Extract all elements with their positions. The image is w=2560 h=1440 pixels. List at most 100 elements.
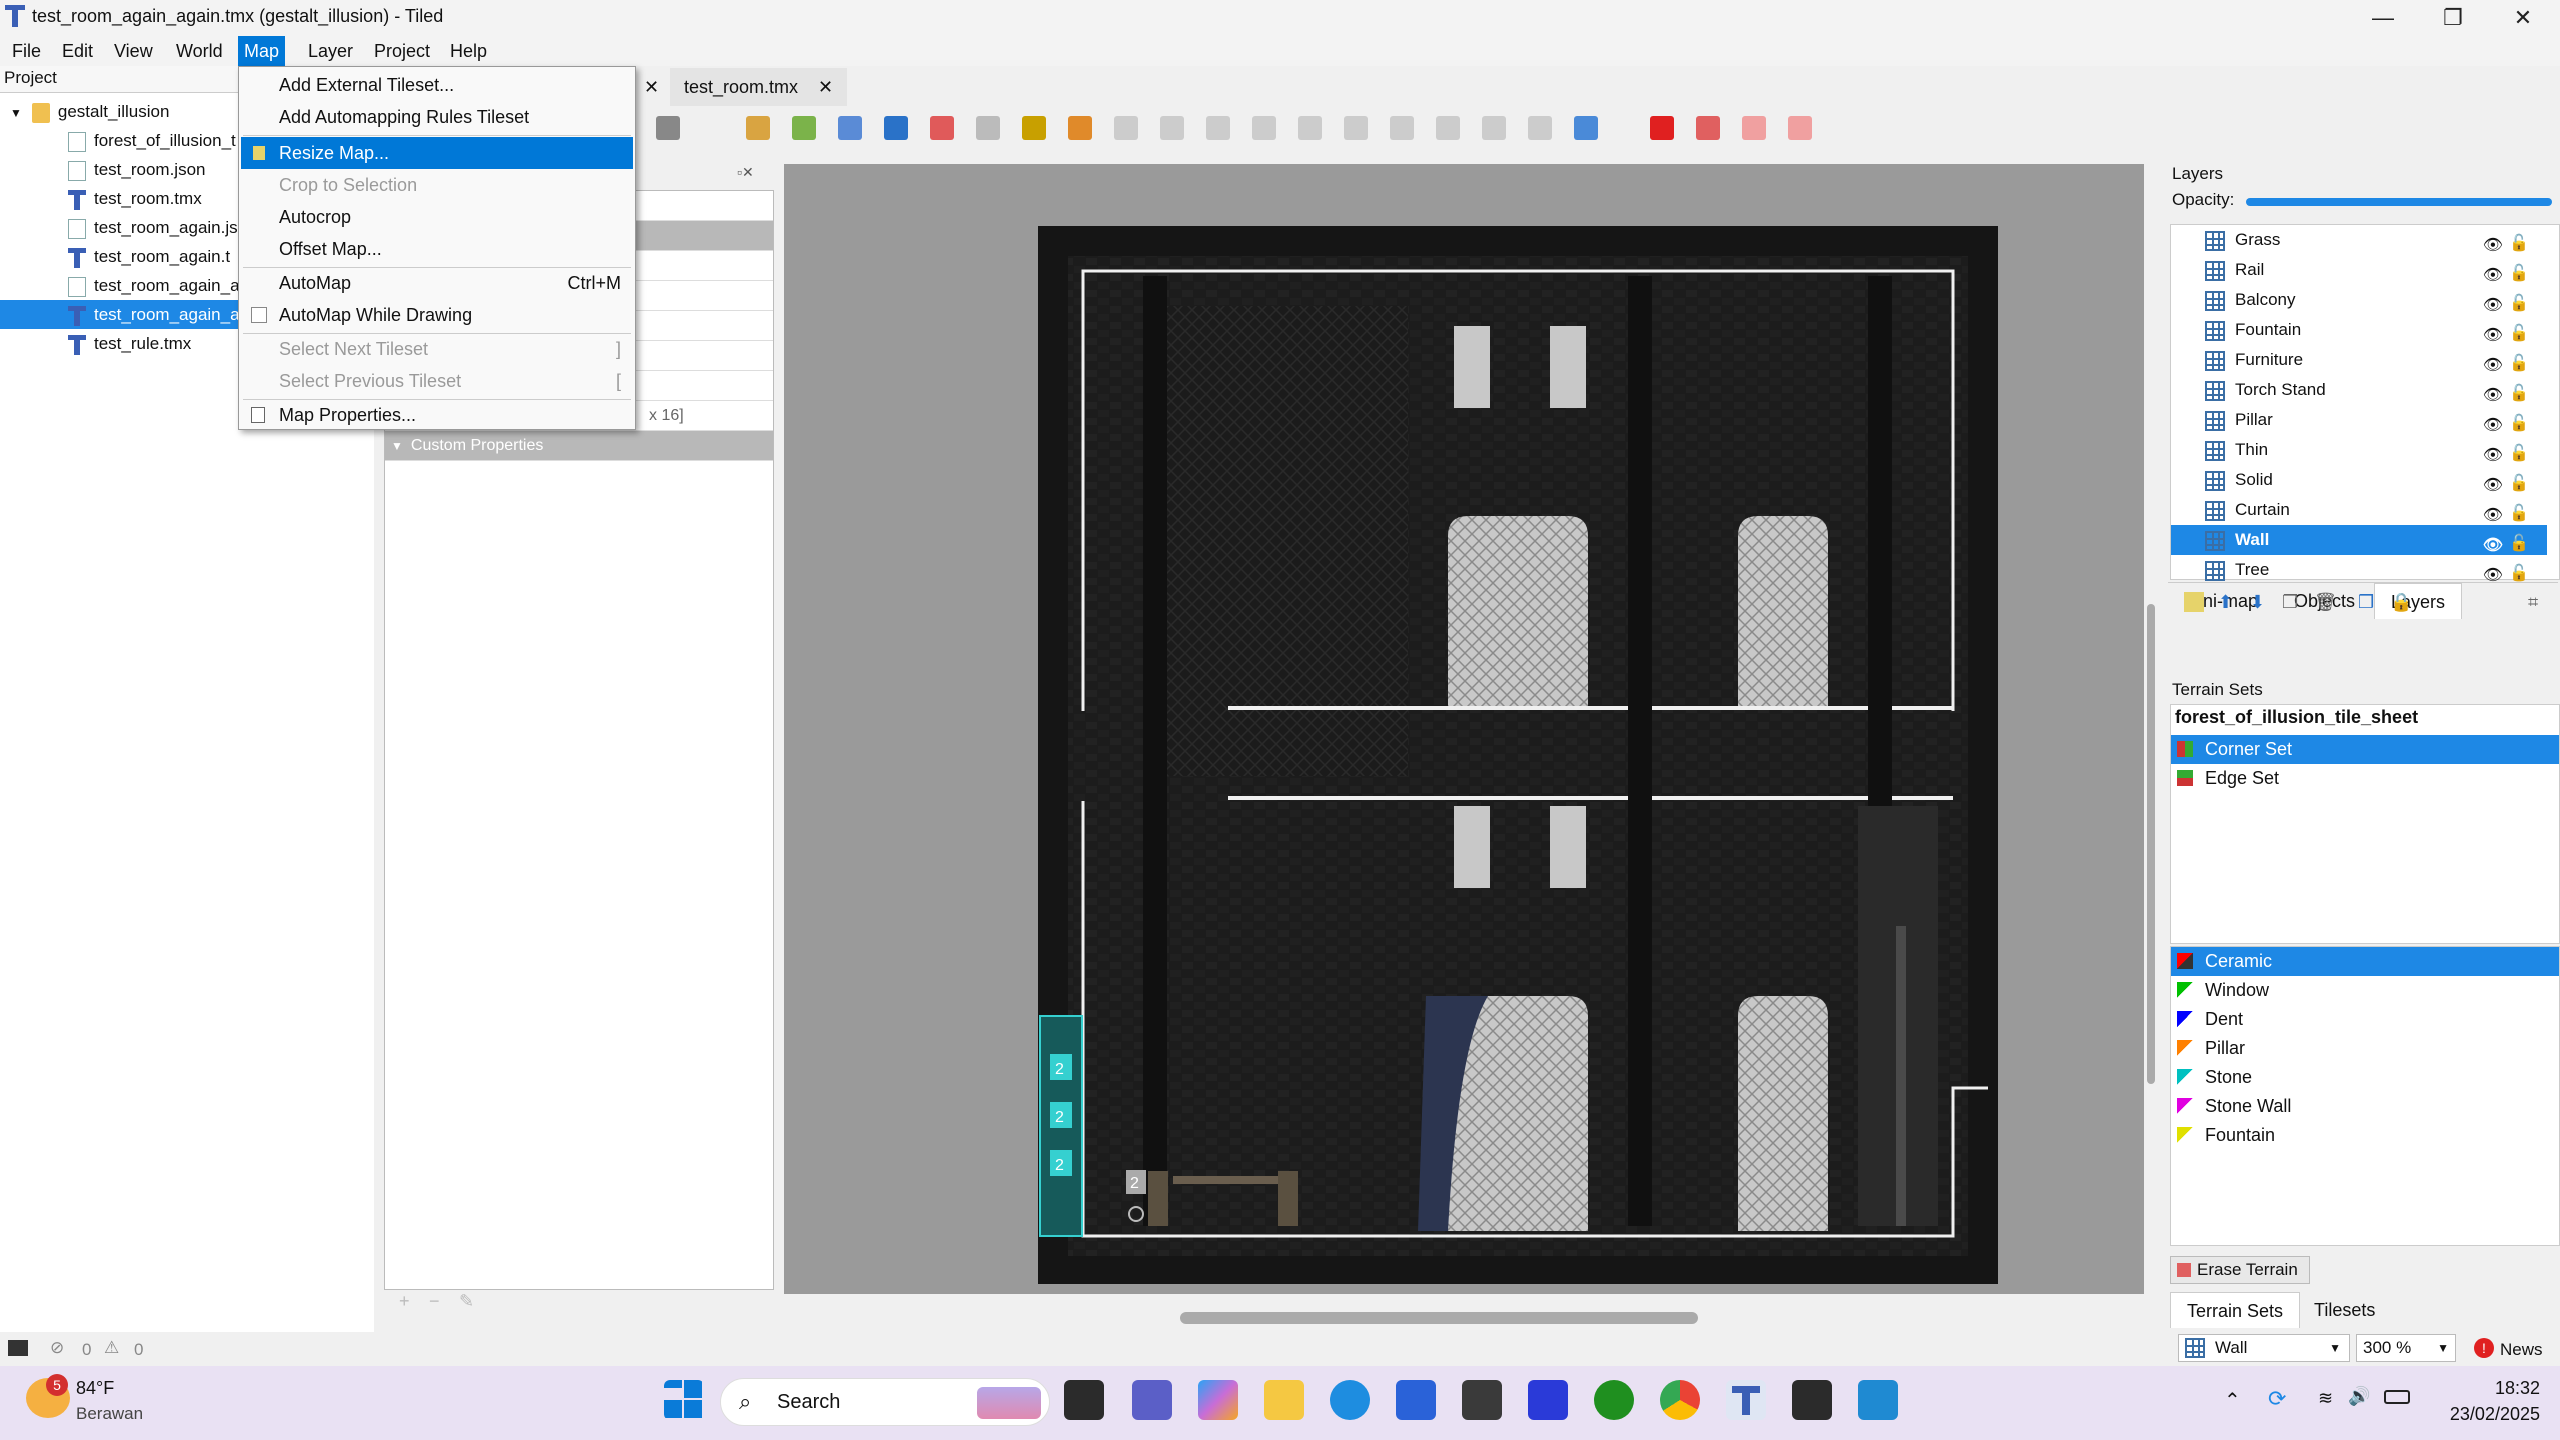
bucket-fill-icon[interactable] <box>792 116 816 140</box>
error-icon[interactable]: ⊘ <box>50 1338 64 1358</box>
layer-row[interactable]: Solid 👁 🔓 <box>2171 465 2547 495</box>
menu-resize-map[interactable]: Resize Map... <box>241 137 633 169</box>
news-label[interactable]: News <box>2500 1340 2543 1360</box>
stamp-brush-icon[interactable] <box>656 116 680 140</box>
layer-row[interactable]: Thin 👁 🔓 <box>2171 435 2547 465</box>
layer-row[interactable]: Fountain 👁 🔓 <box>2171 315 2547 345</box>
terrain-item[interactable]: Stone <box>2171 1063 2559 1092</box>
eye-icon[interactable]: 👁 <box>2483 561 2503 591</box>
minimize-button[interactable]: — <box>2348 0 2418 36</box>
vscode-icon[interactable] <box>1858 1380 1898 1420</box>
insert-tile-icon[interactable] <box>1390 116 1414 140</box>
terminal-icon[interactable] <box>1792 1380 1832 1420</box>
rectangle-select-icon[interactable] <box>884 116 908 140</box>
close-icon[interactable]: ✕ <box>818 77 833 97</box>
wang-fill-icon[interactable] <box>1696 116 1720 140</box>
layer-row[interactable]: Torch Stand 👁 🔓 <box>2171 375 2547 405</box>
horizontal-scrollbar[interactable] <box>784 1306 2144 1330</box>
menu-map[interactable]: Map <box>238 36 286 66</box>
layer-row[interactable]: Pillar 👁 🔓 <box>2171 405 2547 435</box>
menu-autocrop[interactable]: Autocrop <box>239 201 635 233</box>
zoom-select[interactable]: 300 % ▼ <box>2356 1334 2456 1362</box>
insert-point-icon[interactable] <box>1252 116 1276 140</box>
close-button[interactable]: ✕ <box>2488 0 2558 36</box>
world-tool-icon[interactable] <box>1528 116 1552 140</box>
opacity-slider[interactable] <box>2246 198 2552 206</box>
warning-icon[interactable]: ⚠ <box>104 1338 119 1358</box>
terrain-item[interactable]: Stone Wall <box>2171 1092 2559 1121</box>
rect-select-icon[interactable] <box>976 116 1000 140</box>
tiled-taskbar-icon[interactable] <box>1726 1380 1766 1420</box>
xbox-icon[interactable] <box>1594 1380 1634 1420</box>
menu-automap[interactable]: AutoMap Ctrl+M <box>239 267 635 299</box>
start-icon[interactable] <box>664 1380 704 1420</box>
terrain-set-corner[interactable]: Corner Set <box>2171 735 2559 764</box>
rename-property-icon[interactable]: ✎ <box>459 1291 474 1312</box>
rotate-icon[interactable] <box>1788 116 1812 140</box>
magic-wand-icon[interactable] <box>1022 116 1046 140</box>
menu-crop-to-selection[interactable]: Crop to Selection <box>239 169 635 201</box>
math-app-icon[interactable] <box>1528 1380 1568 1420</box>
layer-row[interactable]: Tree 👁 🔓 <box>2171 555 2547 585</box>
tab-test-room[interactable]: test_room.tmx ✕ <box>670 68 848 106</box>
insert-template-icon[interactable] <box>1436 116 1460 140</box>
menu-add-automapping-rules[interactable]: Add Automapping Rules Tileset <box>239 101 635 133</box>
teams-icon[interactable] <box>1132 1380 1172 1420</box>
expand-arrow-icon[interactable]: ▼ <box>10 106 22 120</box>
menu-world[interactable]: World <box>170 36 229 66</box>
object-select-icon[interactable] <box>1114 116 1138 140</box>
maximize-button[interactable]: ❐ <box>2418 0 2488 36</box>
show-hide-others-icon[interactable]: ❒ <box>2358 592 2374 613</box>
lock-icon[interactable]: 🔓 <box>2509 559 2529 589</box>
terrain-item[interactable]: Window <box>2171 976 2559 1005</box>
hscroll-thumb[interactable] <box>1180 1312 1698 1324</box>
menu-file[interactable]: File <box>6 36 47 66</box>
terrain-item[interactable]: Fountain <box>2171 1121 2559 1150</box>
add-property-icon[interactable]: + <box>399 1291 410 1312</box>
menu-offset-map[interactable]: Offset Map... <box>239 233 635 265</box>
volume-icon[interactable]: 🔊 <box>2348 1386 2370 1407</box>
menu-view[interactable]: View <box>108 36 159 66</box>
menu-select-next-tileset[interactable]: Select Next Tileset] <box>239 333 635 365</box>
terrain-brush-icon[interactable] <box>746 116 770 140</box>
battery-icon[interactable] <box>2384 1390 2410 1404</box>
vertical-scrollbar[interactable] <box>2144 164 2158 1304</box>
insert-rectangle-icon[interactable] <box>1206 116 1230 140</box>
menu-add-external-tileset[interactable]: Add External Tileset... <box>239 69 635 101</box>
tab-terrain-sets[interactable]: Terrain Sets <box>2170 1292 2301 1328</box>
clock-time[interactable]: 18:32 <box>2440 1378 2540 1399</box>
tab-tilesets[interactable]: Tilesets <box>2298 1292 2391 1328</box>
panel-float-icon[interactable]: ▫✕ <box>737 164 754 181</box>
lock-layer-icon[interactable]: 🔒 <box>2390 592 2412 613</box>
task-view-icon[interactable] <box>1064 1380 1104 1420</box>
layer-select[interactable]: Wall ▼ <box>2178 1334 2350 1362</box>
flip-icon[interactable] <box>1742 116 1766 140</box>
insert-ellipse-icon[interactable] <box>1298 116 1322 140</box>
menu-select-previous-tileset[interactable]: Select Previous Tileset [ <box>239 365 635 397</box>
file-explorer-icon[interactable] <box>1264 1380 1304 1420</box>
unity-icon[interactable] <box>1462 1380 1502 1420</box>
layer-row[interactable]: Curtain 👁 🔓 <box>2171 495 2547 525</box>
layer-row-selected[interactable]: Wall 👁 🔓 <box>2171 525 2547 555</box>
console-icon[interactable] <box>8 1340 28 1356</box>
shape-fill-icon[interactable] <box>838 116 862 140</box>
menu-map-properties[interactable]: Map Properties... <box>239 399 635 431</box>
remove-property-icon[interactable]: − <box>429 1291 440 1312</box>
new-layer-icon[interactable] <box>2184 592 2204 612</box>
vscroll-thumb[interactable] <box>2147 604 2155 1084</box>
checkbox-icon[interactable] <box>251 307 267 323</box>
wifi-icon[interactable]: ≋ <box>2318 1388 2333 1409</box>
edit-polygons-icon[interactable] <box>1160 116 1184 140</box>
layer-row[interactable]: Balcony 👁 🔓 <box>2171 285 2547 315</box>
insert-polygon-icon[interactable] <box>1344 116 1368 140</box>
highlight-layer-icon[interactable]: ⌗ <box>2528 592 2538 613</box>
tile-map[interactable]: 2 2 2 2 <box>1038 226 1998 1284</box>
store-icon[interactable] <box>1396 1380 1436 1420</box>
insert-text-icon[interactable] <box>1482 116 1506 140</box>
custom-properties-header[interactable]: ▼ Custom Properties <box>385 431 773 461</box>
layer-row[interactable]: Furniture 👁 🔓 <box>2171 345 2547 375</box>
chrome-icon[interactable] <box>1660 1380 1700 1420</box>
raise-layer-icon[interactable]: ⬆ <box>2218 592 2233 613</box>
clock-date[interactable]: 23/02/2025 <box>2440 1404 2540 1425</box>
copilot-icon[interactable] <box>1198 1380 1238 1420</box>
